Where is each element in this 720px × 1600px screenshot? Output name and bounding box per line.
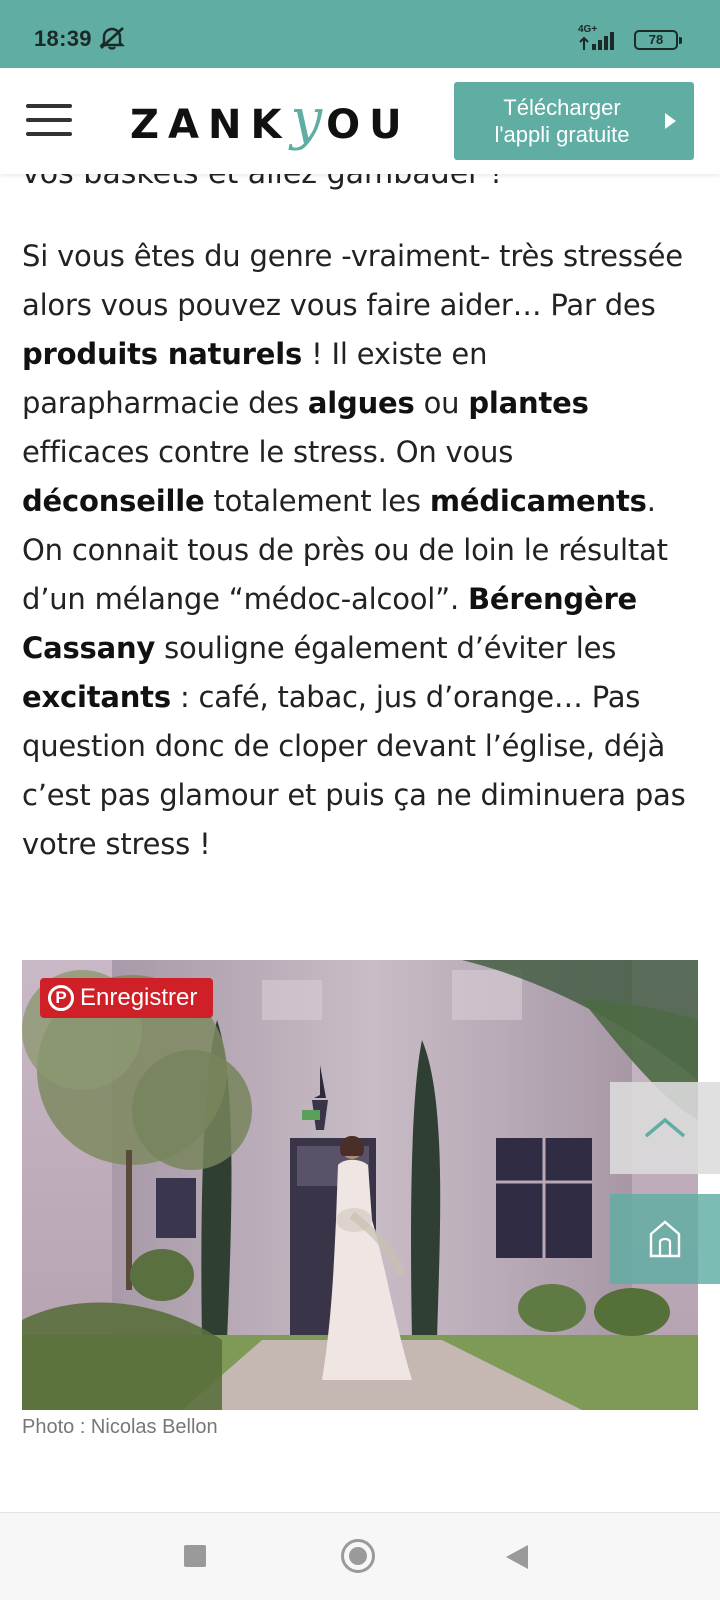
pinterest-save-button[interactable]: P Enregistrer xyxy=(40,978,213,1018)
wedding-photo[interactable]: P Enregistrer xyxy=(22,960,698,1410)
status-time: 18:39 xyxy=(34,26,92,51)
emphasis-text: algues xyxy=(307,386,415,420)
back-icon[interactable] xyxy=(506,1545,528,1569)
status-bar: 18:39 4G+ 78 xyxy=(0,0,720,68)
paragraph-text: efficaces contre le stress. On vous xyxy=(22,435,514,469)
download-line2: l'appli gratuite xyxy=(494,122,630,147)
pinterest-icon: P xyxy=(48,985,74,1011)
play-icon xyxy=(665,113,676,129)
logo-prefix: ZANK xyxy=(130,102,291,148)
menu-icon[interactable] xyxy=(26,104,74,138)
emphasis-text: plantes xyxy=(468,386,589,420)
scroll-to-top-button[interactable] xyxy=(610,1082,720,1174)
paragraph-text: Si vous êtes du genre -vraiment- très st… xyxy=(22,239,683,322)
article-paragraph: Si vous êtes du genre -vraiment- très st… xyxy=(22,232,702,869)
download-line1: Télécharger xyxy=(503,95,621,120)
home-button[interactable] xyxy=(610,1194,720,1284)
emphasis-text: excitants xyxy=(22,680,171,714)
nav-home-icon[interactable] xyxy=(341,1539,375,1573)
mute-icon xyxy=(99,27,125,50)
paragraph-text: ou xyxy=(414,386,469,420)
zankyou-logo[interactable]: ZANKyOU xyxy=(130,90,411,150)
emphasis-text: produits naturels xyxy=(22,337,303,371)
download-app-label: Télécharger l'appli gratuite xyxy=(472,94,652,148)
signal-icon xyxy=(579,32,614,50)
pinterest-save-label: Enregistrer xyxy=(80,984,198,1011)
recents-icon[interactable] xyxy=(184,1545,206,1567)
photo-caption: Photo : Nicolas Bellon xyxy=(22,1416,218,1438)
system-nav-bar xyxy=(0,1512,720,1600)
download-app-button[interactable]: Télécharger l'appli gratuite xyxy=(454,82,694,160)
logo-suffix: OU xyxy=(326,102,411,148)
chevron-up-icon xyxy=(644,1117,686,1138)
logo-y: y xyxy=(290,87,327,152)
home-icon xyxy=(649,1220,681,1258)
battery-icon: 78 xyxy=(634,30,682,50)
paragraph-text: souligne également d’éviter les xyxy=(155,631,617,665)
emphasis-text: médicaments xyxy=(429,484,647,518)
site-header: ZANKyOU Télécharger l'appli gratuite xyxy=(0,68,720,174)
wedding-photo-image xyxy=(22,960,698,1410)
emphasis-text: déconseille xyxy=(22,484,205,518)
article-body: vos baskets et allez gambader ! Si vous … xyxy=(0,150,720,1500)
paragraph-text: totalement les xyxy=(204,484,430,518)
